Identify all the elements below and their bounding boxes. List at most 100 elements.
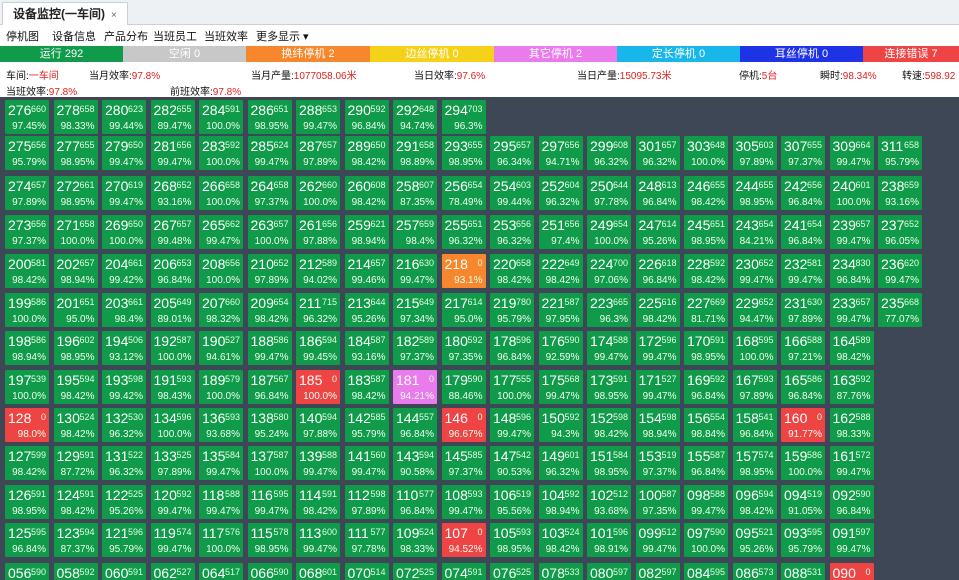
machine-cell[interactable]: 176 590 92.59% (538, 331, 583, 365)
machine-cell[interactable]: 106 519 95.56% (490, 485, 534, 519)
machine-cell[interactable]: 096 594 98.42% (732, 485, 777, 519)
machine-cell[interactable]: 180 592 97.35% (441, 331, 486, 365)
machine-cell[interactable]: 227 669 81.71% (684, 293, 728, 327)
machine-cell[interactable]: 138 580 95.24% (247, 408, 292, 442)
machine-cell[interactable]: 225 616 98.42% (635, 293, 680, 327)
machine-cell[interactable]: 116 595 99.47% (247, 485, 292, 519)
machine-cell[interactable]: 260 608 98.42% (344, 176, 389, 210)
machine-cell[interactable]: 207 660 98.32% (199, 293, 243, 327)
machine-cell[interactable]: 163 592 87.76% (829, 370, 874, 404)
machine-cell[interactable]: 307 655 97.37% (781, 136, 825, 170)
machine-cell[interactable]: 292 648 94.74% (393, 100, 437, 134)
machine-cell[interactable]: 261 656 97.88% (296, 215, 340, 249)
machine-cell[interactable]: 139 588 99.47% (296, 446, 340, 480)
machine-cell[interactable]: 119 574 99.47% (150, 523, 195, 557)
machine-cell[interactable]: 134 596 100.0% (150, 408, 195, 442)
machine-cell[interactable]: 240 601 100.0% (829, 176, 874, 210)
machine-cell[interactable]: 249 654 100.0% (587, 215, 631, 249)
machine-cell[interactable]: 168 595 100.0% (732, 331, 777, 365)
machine-cell[interactable]: 216 630 99.47% (393, 254, 437, 288)
machine-cell[interactable]: 251 656 97.4% (538, 215, 583, 249)
machine-cell[interactable]: 211 715 96.32% (296, 293, 340, 327)
machine-cell[interactable]: 305 603 97.89% (732, 136, 777, 170)
machine-cell[interactable]: 121 596 95.79% (102, 523, 146, 557)
close-icon[interactable]: × (111, 10, 117, 21)
status-other-stop[interactable]: 其它停机 2 (494, 46, 617, 62)
machine-cell[interactable]: 162 588 98.33% (829, 408, 874, 442)
machine-cell[interactable]: 266 658 100.0% (199, 176, 243, 210)
machine-cell[interactable]: 092 590 96.84% (829, 485, 874, 519)
machine-cell[interactable]: 181 0 94.21% (393, 370, 437, 404)
machine-cell[interactable]: 122 525 95.26% (102, 485, 146, 519)
machine-cell[interactable]: 232 581 99.47% (781, 254, 825, 288)
machine-cell[interactable]: 105 593 98.95% (490, 523, 534, 557)
machine-cell[interactable]: 124 591 98.42% (53, 485, 98, 519)
machine-cell[interactable]: 270 619 99.47% (102, 176, 146, 210)
machine-cell[interactable]: 259 621 98.94% (344, 215, 389, 249)
machine-cell[interactable]: 219 780 95.79% (490, 293, 534, 327)
machine-cell[interactable]: 084 595 (684, 563, 728, 580)
machine-cell[interactable]: 280 623 99.44% (102, 100, 146, 134)
machine-cell[interactable]: 192 587 100.0% (150, 331, 195, 365)
machine-cell[interactable]: 131 522 96.32% (102, 446, 146, 480)
machine-cell[interactable]: 220 658 98.42% (490, 254, 534, 288)
machine-cell[interactable]: 062 527 (150, 563, 195, 580)
machine-cell[interactable]: 107 0 94.52% (441, 523, 486, 557)
machine-cell[interactable]: 276 660 97.45% (5, 100, 49, 134)
machine-cell[interactable]: 104 592 98.94% (538, 485, 583, 519)
machine-cell[interactable]: 093 595 95.79% (781, 523, 825, 557)
machine-cell[interactable]: 076 525 (490, 563, 534, 580)
status-edge-stop[interactable]: 边丝停机 0 (370, 46, 494, 62)
machine-cell[interactable]: 250 644 97.78% (587, 176, 631, 210)
machine-cell[interactable]: 194 506 93.12% (102, 331, 146, 365)
machine-cell[interactable]: 123 594 87.37% (53, 523, 98, 557)
machine-cell[interactable]: 179 590 88.46% (441, 370, 486, 404)
machine-cell[interactable]: 234 830 96.84% (829, 254, 874, 288)
machine-cell[interactable]: 165 586 96.84% (781, 370, 825, 404)
machine-cell[interactable]: 286 651 98.95% (247, 100, 292, 134)
machine-cell[interactable]: 184 587 93.16% (344, 331, 389, 365)
machine-cell[interactable]: 217 614 95.0% (441, 293, 486, 327)
machine-cell[interactable]: 224 700 97.06% (587, 254, 631, 288)
menu-device-info[interactable]: 设备信息 (52, 28, 96, 44)
machine-cell[interactable]: 110 577 96.84% (393, 485, 437, 519)
machine-cell[interactable]: 098 588 99.47% (684, 485, 728, 519)
machine-cell[interactable]: 288 653 99.47% (296, 100, 340, 134)
machine-cell[interactable]: 187 567 96.84% (247, 370, 292, 404)
machine-cell[interactable]: 080 597 (587, 563, 631, 580)
machine-cell[interactable]: 172 596 99.47% (635, 331, 680, 365)
machine-cell[interactable]: 068 601 (296, 563, 340, 580)
machine-cell[interactable]: 297 656 94.71% (538, 136, 583, 170)
machine-cell[interactable]: 151 584 98.95% (587, 446, 631, 480)
machine-cell[interactable]: 281 656 99.47% (150, 136, 195, 170)
machine-cell[interactable]: 247 614 95.26% (635, 215, 680, 249)
machine-cell[interactable]: 301 657 96.32% (635, 136, 680, 170)
machine-cell[interactable]: 223 665 96.3% (587, 293, 631, 327)
machine-cell[interactable]: 195 594 98.42% (53, 370, 98, 404)
machine-cell[interactable]: 160 0 91.77% (781, 408, 825, 442)
machine-cell[interactable]: 127 599 98.42% (5, 446, 49, 480)
machine-cell[interactable]: 275 656 95.79% (5, 136, 49, 170)
machine-cell[interactable]: 114 591 98.42% (296, 485, 340, 519)
machine-cell[interactable]: 159 586 100.0% (781, 446, 825, 480)
machine-cell[interactable]: 221 587 97.95% (538, 293, 583, 327)
machine-cell[interactable]: 097 590 100.0% (684, 523, 728, 557)
machine-cell[interactable]: 135 584 99.47% (199, 446, 243, 480)
machine-cell[interactable]: 254 603 99.44% (490, 176, 534, 210)
machine-cell[interactable]: 273 656 97.37% (5, 215, 49, 249)
machine-cell[interactable]: 101 596 98.91% (587, 523, 631, 557)
machine-cell[interactable]: 108 593 99.47% (441, 485, 486, 519)
machine-cell[interactable]: 174 588 99.47% (587, 331, 631, 365)
machine-cell[interactable]: 145 585 97.37% (441, 446, 486, 480)
machine-cell[interactable]: 245 651 98.95% (684, 215, 728, 249)
machine-cell[interactable]: 228 592 98.42% (684, 254, 728, 288)
machine-cell[interactable]: 103 524 98.42% (538, 523, 583, 557)
machine-cell[interactable]: 074 591 (441, 563, 486, 580)
machine-cell[interactable]: 230 652 99.47% (732, 254, 777, 288)
machine-cell[interactable]: 109 524 98.33% (393, 523, 437, 557)
status-idle[interactable]: 空闲 0 (123, 46, 246, 62)
machine-cell[interactable]: 095 521 95.26% (732, 523, 777, 557)
machine-cell[interactable]: 229 652 94.47% (732, 293, 777, 327)
machine-cell[interactable]: 157 574 98.95% (732, 446, 777, 480)
machine-cell[interactable]: 086 573 (732, 563, 777, 580)
